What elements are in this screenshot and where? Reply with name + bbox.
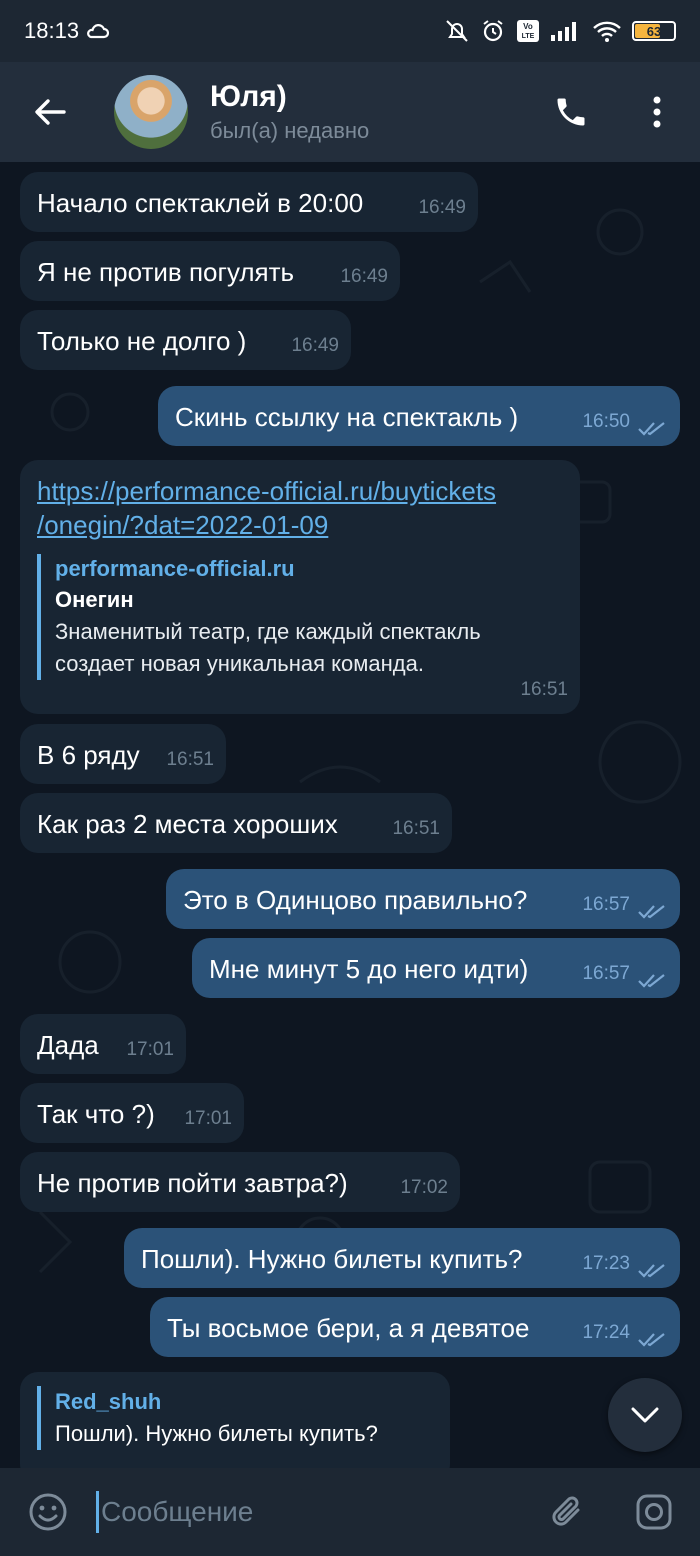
message-time: 17:23	[582, 1253, 630, 1274]
scroll-to-bottom-button[interactable]	[608, 1378, 682, 1452]
read-checkmarks-icon	[638, 1333, 665, 1347]
signal-icon	[551, 22, 576, 41]
read-checkmarks-icon	[638, 1264, 665, 1278]
arrow-left-icon	[35, 99, 66, 125]
message-time: 16:49	[340, 266, 388, 287]
attach-button[interactable]	[528, 1468, 608, 1556]
battery-icon: 63	[632, 21, 676, 41]
reply-author: Red_shuh	[55, 1389, 162, 1414]
svg-text:LTE: LTE	[522, 33, 535, 40]
incoming-reply-message[interactable]: Red_shuh Пошли). Нужно билеты купить?	[20, 1372, 450, 1468]
phone-icon	[557, 98, 585, 126]
message-time: 17:24	[582, 1322, 630, 1343]
svg-text:Vo: Vo	[523, 22, 533, 31]
smile-icon	[29, 1493, 67, 1531]
message-text: Как раз 2 места хороших	[37, 809, 338, 839]
chat-header: Юля) был(а) недавно	[0, 62, 700, 162]
muted-bell-icon	[446, 20, 468, 42]
link-preview-description: создает новая уникальная команда.	[55, 651, 424, 676]
message-link[interactable]: https://performance-official.ru/buyticke…	[37, 474, 496, 508]
volte-icon: Vo LTE	[517, 20, 539, 42]
message-time: 16:51	[392, 818, 440, 839]
message-input-bar: Сообщение	[0, 1468, 700, 1556]
incoming-link-message[interactable]: https://performance-official.ru/buyticke…	[20, 460, 580, 714]
more-vertical-icon	[653, 96, 661, 128]
message-text: Скинь ссылку на спектакль )	[175, 402, 519, 432]
status-bar: 18:13 Vo LTE 63	[0, 0, 700, 62]
outgoing-message[interactable]: Ты восьмое бери, а я девятое 17:24	[150, 1297, 680, 1357]
read-checkmarks-icon	[638, 974, 665, 988]
last-seen-status: был(а) недавно	[210, 118, 370, 143]
incoming-message[interactable]: Как раз 2 места хороших 16:51	[20, 793, 452, 853]
message-list[interactable]: Начало спектаклей в 20:00 16:49 Я не про…	[0, 162, 700, 1468]
wifi-icon	[593, 21, 621, 42]
text-caret	[96, 1491, 99, 1533]
message-input[interactable]: Сообщение	[96, 1491, 528, 1533]
message-time: 16:49	[291, 335, 339, 356]
alarm-icon	[483, 20, 503, 42]
message-text: Ты восьмое бери, а я девятое	[167, 1313, 530, 1343]
read-checkmarks-icon	[638, 422, 665, 436]
message-text: В 6 ряду	[37, 740, 140, 770]
incoming-message[interactable]: Я не против погулять 16:49	[20, 241, 400, 301]
link-preview-description: Знаменитый театр, где каждый спектакль	[55, 619, 481, 644]
incoming-message[interactable]: Начало спектаклей в 20:00 16:49	[20, 172, 478, 232]
message-time: 16:51	[166, 749, 214, 770]
read-checkmarks-icon	[638, 905, 665, 919]
status-time-group: 18:13	[24, 18, 110, 44]
incoming-message[interactable]: Не против пойти завтра?) 17:02	[20, 1152, 460, 1212]
back-button[interactable]	[0, 62, 100, 162]
outgoing-message[interactable]: Мне минут 5 до него идти) 16:57	[192, 938, 680, 998]
incoming-message[interactable]: Дада 17:01	[20, 1014, 186, 1074]
emoji-button[interactable]	[0, 1468, 96, 1556]
message-text: Пошли). Нужно билеты купить?	[141, 1244, 523, 1274]
header-actions	[528, 62, 700, 162]
outgoing-message[interactable]: Пошли). Нужно билеты купить? 17:23	[124, 1228, 680, 1288]
link-preview-title: Онегин	[55, 587, 134, 612]
chevron-down-icon	[631, 1407, 659, 1423]
incoming-message[interactable]: В 6 ряду 16:51	[20, 724, 226, 784]
status-time: 18:13	[24, 18, 80, 43]
chat-title: Юля)	[210, 80, 287, 113]
message-text: Так что ?)	[37, 1099, 155, 1129]
message-text: Начало спектаклей в 20:00	[37, 188, 364, 218]
call-button[interactable]	[528, 62, 614, 162]
paperclip-icon	[552, 1496, 580, 1526]
message-text: Только не долго )	[37, 326, 247, 356]
status-icons: Vo LTE 63	[444, 18, 676, 44]
message-time: 16:57	[582, 963, 630, 984]
chat-title-block[interactable]: Юля) был(а) недавно	[210, 80, 369, 144]
reply-quoted-text: Пошли). Нужно билеты купить?	[55, 1421, 378, 1446]
message-input-placeholder: Сообщение	[101, 1496, 254, 1527]
link-preview[interactable]: performance-official.ru Онегин Знамениты…	[37, 554, 496, 680]
more-options-button[interactable]	[614, 62, 700, 162]
message-time: 16:51	[520, 679, 568, 700]
message-text: Мне минут 5 до него идти)	[209, 954, 529, 984]
camera-icon	[636, 1494, 672, 1530]
outgoing-message[interactable]: Это в Одинцово правильно? 16:57	[166, 869, 680, 929]
message-text: Я не против погулять	[37, 257, 295, 287]
message-text: Это в Одинцово правильно?	[183, 885, 528, 915]
message-text: Дада	[37, 1030, 99, 1060]
message-text: Не против пойти завтра?)	[37, 1168, 348, 1198]
avatar[interactable]	[114, 75, 188, 149]
camera-button[interactable]	[608, 1468, 700, 1556]
message-time: 17:01	[126, 1039, 174, 1060]
message-time: 17:01	[184, 1108, 232, 1129]
link-preview-site: performance-official.ru	[55, 556, 295, 581]
battery-level: 63	[646, 23, 662, 39]
cloud-icon	[87, 24, 110, 39]
incoming-message[interactable]: Только не долго ) 16:49	[20, 310, 351, 370]
message-time: 16:50	[582, 411, 630, 432]
incoming-message[interactable]: Так что ?) 17:01	[20, 1083, 244, 1143]
message-time: 16:49	[418, 197, 466, 218]
reply-quote[interactable]: Red_shuh Пошли). Нужно билеты купить?	[37, 1386, 378, 1450]
message-link[interactable]: /onegin/?dat=2022-01-09	[37, 508, 496, 542]
outgoing-message[interactable]: Скинь ссылку на спектакль ) 16:50	[158, 386, 680, 446]
message-time: 16:57	[582, 894, 630, 915]
message-time: 17:02	[400, 1177, 448, 1198]
